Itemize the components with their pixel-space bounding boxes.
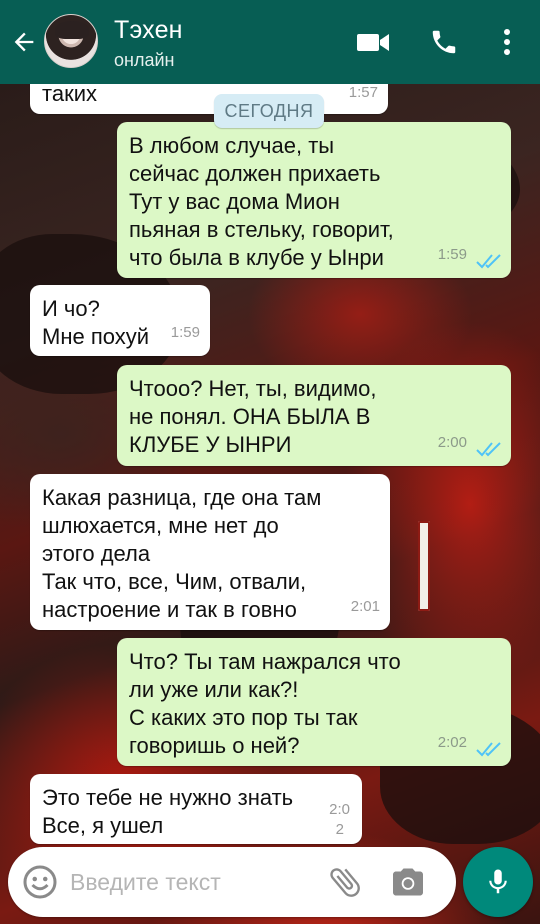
double-check-icon <box>476 442 501 457</box>
double-check-icon <box>476 254 501 269</box>
double-check-icon <box>476 742 501 757</box>
message-outgoing[interactable]: Чтооо? Нет, ты, видимо, не понял. ОНА БЫ… <box>117 365 511 466</box>
message-text: Это тебе не нужно знать Все, я ушел <box>42 785 294 838</box>
message-incoming[interactable]: Это тебе не нужно знать Все, я ушел 2:0 … <box>30 774 362 844</box>
message-time: 2:01 <box>350 598 380 615</box>
phone-icon <box>432 30 456 54</box>
message-outgoing[interactable]: В любом случае, ты сейчас должен прихает… <box>117 122 511 278</box>
message-input[interactable] <box>70 865 310 899</box>
message-outgoing[interactable]: Что? Ты там нажрался что ли уже или как?… <box>117 638 511 766</box>
message-time: 2:02 <box>437 734 467 751</box>
back-arrow-icon <box>14 32 34 52</box>
chat-header: Тэхен онлайн <box>0 0 540 84</box>
message-incoming[interactable]: И чо? Мне похуй 1:59 <box>30 285 210 356</box>
message-text: таких <box>42 81 97 106</box>
attach-clip-icon[interactable] <box>326 863 364 901</box>
more-options-button[interactable] <box>492 22 522 62</box>
more-vert-icon <box>504 29 510 55</box>
message-composer <box>8 847 456 917</box>
voice-call-button[interactable] <box>424 22 464 62</box>
voice-record-button[interactable] <box>463 847 533 917</box>
message-incoming[interactable]: Какая разница, где она там шлюхается, мн… <box>30 474 390 630</box>
message-time: 2 <box>335 821 344 838</box>
wallpaper-marker <box>418 521 430 611</box>
back-button[interactable] <box>8 24 40 60</box>
video-call-button[interactable] <box>352 22 394 62</box>
message-time: 1:59 <box>170 324 200 341</box>
message-text: Какая разница, где она там шлюхается, мн… <box>42 485 322 622</box>
mic-icon <box>489 869 507 894</box>
contact-name[interactable]: Тэхен <box>114 16 183 45</box>
message-time: 1:59 <box>437 246 467 263</box>
date-divider: СЕГОДНЯ <box>214 94 324 128</box>
camera-icon[interactable] <box>390 864 426 900</box>
avatar[interactable] <box>44 14 98 68</box>
video-call-icon <box>357 34 389 51</box>
contact-status: онлайн <box>114 50 175 70</box>
emoji-icon[interactable] <box>22 864 58 900</box>
message-time: 2:00 <box>437 434 467 451</box>
